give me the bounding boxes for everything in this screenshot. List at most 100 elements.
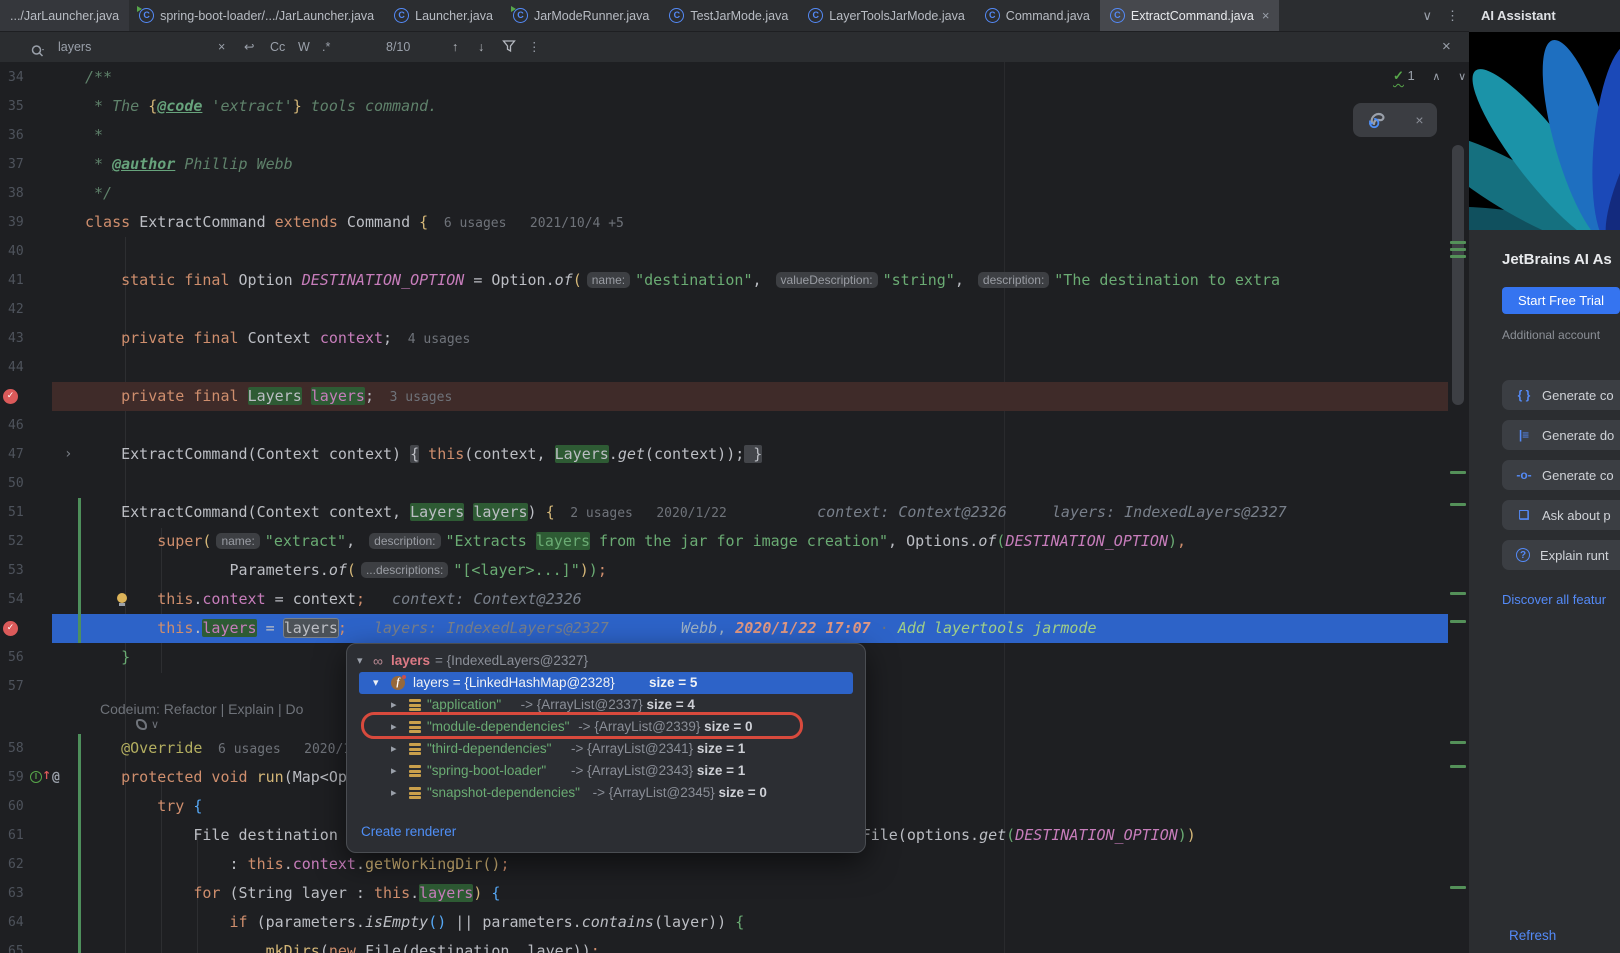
line-number: 60 (8, 792, 50, 821)
search-match-stripe-mark[interactable] (1450, 248, 1466, 251)
tab-label: JarModeRunner.java (534, 9, 649, 23)
code-line: 50 (0, 469, 1469, 498)
search-match-stripe-mark[interactable] (1450, 620, 1466, 623)
ai-action-button[interactable]: ?Explain runt (1502, 540, 1620, 570)
search-options-kebab-icon[interactable]: ⋮ (528, 32, 541, 62)
line-number: 43 (8, 324, 50, 353)
code-line: 44 (0, 353, 1469, 382)
chevron-right-icon: ▸ (391, 760, 397, 782)
search-match-stripe-mark[interactable] (1450, 255, 1466, 258)
code-line: ✓ private final Layers layers; 3 usages (0, 382, 1469, 411)
annotation-gutter-icon: @ (52, 763, 60, 792)
search-input[interactable]: layers (58, 32, 91, 62)
map-entry-row[interactable]: ▸"module-dependencies" -> {ArrayList@233… (347, 716, 865, 738)
map-entry-row[interactable]: ▸"application" -> {ArrayList@2337} size … (347, 694, 865, 716)
fold-chevron-icon[interactable]: › (64, 440, 72, 469)
ai-action-button[interactable]: ❑Ask about p (1502, 500, 1620, 530)
codeium-actions-label[interactable]: Codeium: Refactor | Explain | Do (100, 701, 303, 717)
intention-bulb-icon[interactable] (117, 593, 127, 603)
editor-tab[interactable]: .../JarLauncher.java (0, 0, 129, 31)
map-entry-row[interactable]: ▸"spring-boot-loader" -> {ArrayList@2343… (347, 760, 865, 782)
ide-window: .../JarLauncher.javaCspring-boot-loader/… (0, 0, 1620, 953)
hidden-tabs-chevron-icon[interactable]: ∨ (1422, 8, 1432, 24)
code-line: 65 mkDirs(new File(destination, layer)); (0, 937, 1469, 953)
search-match-stripe-mark[interactable] (1450, 503, 1466, 506)
search-match-stripe-mark[interactable] (1450, 592, 1466, 595)
tab-label: LayerToolsJarMode.java (829, 9, 965, 23)
editor-tab[interactable]: CTestJarMode.java (659, 0, 798, 31)
filter-funnel-icon[interactable] (502, 39, 516, 55)
code-line: 37 * @author Phillip Webb (0, 150, 1469, 179)
map-entry-icon (409, 699, 421, 712)
editor-tab[interactable]: CLauncher.java (384, 0, 503, 31)
code-line: 34/** (0, 63, 1469, 92)
ai-action-button[interactable]: -o-Generate co (1502, 460, 1620, 490)
next-problem-chevron-icon[interactable]: ∨ (1458, 71, 1466, 83)
java-class-icon: C (985, 8, 1000, 23)
refresh-link[interactable]: Refresh (1509, 928, 1556, 943)
prev-problem-chevron-icon[interactable]: ∧ (1432, 71, 1440, 83)
ai-action-label: Generate do (1542, 428, 1614, 443)
search-match-stripe-mark[interactable] (1450, 886, 1466, 889)
close-widget-icon[interactable]: × (1415, 112, 1423, 128)
overrides-method-icon[interactable]: I (30, 771, 42, 783)
code-line: 43 private final Context context; 4 usag… (0, 324, 1469, 353)
search-match-stripe-mark[interactable] (1450, 765, 1466, 768)
editor-tab[interactable]: Cspring-boot-loader/.../JarLauncher.java (129, 0, 384, 31)
tab-label: spring-boot-loader/.../JarLauncher.java (160, 9, 374, 23)
code-line: 35 * The {@code 'extract'} tools command… (0, 92, 1469, 121)
match-case-toggle[interactable]: Cc (270, 32, 285, 62)
line-number: 64 (8, 908, 50, 937)
tab-strip: .../JarLauncher.javaCspring-boot-loader/… (0, 0, 1279, 31)
close-tab-icon[interactable]: × (1262, 8, 1270, 23)
map-entry-row[interactable]: ▸"third-dependencies" -> {ArrayList@2341… (347, 738, 865, 760)
words-toggle[interactable]: W (298, 32, 310, 62)
breakpoint-icon[interactable]: ✓ (3, 621, 18, 636)
ai-action-button[interactable]: |≡ Generate do (1502, 420, 1620, 450)
code-line: 47› ExtractCommand(Context context) { th… (0, 440, 1469, 469)
codeium-refresh-icon[interactable] (1366, 110, 1388, 130)
close-find-bar-icon[interactable]: × (1442, 32, 1451, 62)
tab-label: Command.java (1006, 9, 1090, 23)
chevron-right-icon: ▸ (391, 716, 397, 738)
tab-options-kebab-icon[interactable]: ⋮ (1446, 8, 1459, 24)
breakpoint-icon[interactable]: ✓ (3, 389, 18, 404)
editor-tab[interactable]: CExtractCommand.java× (1100, 0, 1280, 31)
create-renderer-link[interactable]: Create renderer (361, 824, 456, 839)
help-circle-icon: ? (1516, 548, 1530, 562)
regex-toggle[interactable]: .* (322, 32, 330, 62)
scrollbar-thumb[interactable] (1452, 145, 1464, 405)
clear-search-icon[interactable]: × (218, 32, 225, 62)
editor-tab[interactable]: CJarModeRunner.java (503, 0, 659, 31)
code-editor[interactable]: 34/**35 * The {@code 'extract'} tools co… (0, 62, 1469, 953)
search-match-stripe-mark[interactable] (1450, 241, 1466, 244)
search-icon[interactable] (30, 32, 46, 62)
editor-tab[interactable]: CLayerToolsJarMode.java (798, 0, 975, 31)
line-number: 52 (8, 527, 50, 556)
line-number: 53 (8, 556, 50, 585)
discover-features-link[interactable]: Discover all featur (1502, 592, 1606, 607)
code-line: 54 this.context = context; context: Cont… (0, 585, 1469, 614)
map-entry-row[interactable]: ▸"snapshot-dependencies" -> {ArrayList@2… (347, 782, 865, 804)
code-line: 38 */ (0, 179, 1469, 208)
newline-icon[interactable]: ↩ (244, 32, 254, 62)
search-match-stripe-mark[interactable] (1450, 741, 1466, 744)
inspections-widget[interactable]: ✓ 1 ∧ ∨ (1393, 68, 1466, 84)
prev-match-arrow-icon[interactable]: ↑ (452, 32, 458, 62)
java-class-icon: C (669, 8, 684, 23)
code-line: 46 (0, 411, 1469, 440)
document-lines-icon: |≡ (1516, 428, 1532, 442)
codeium-icon[interactable]: ∨ (136, 718, 159, 731)
line-number: 47 (8, 440, 50, 469)
start-free-trial-button[interactable]: Start Free Trial (1502, 287, 1620, 314)
codeium-floating-widget[interactable]: × (1353, 103, 1437, 137)
editor-tab[interactable]: C Command.java (975, 0, 1100, 31)
variable-row-map[interactable]: ▾flayers = {LinkedHashMap@2328} size = 5 (359, 672, 853, 694)
match-count: 8/10 (386, 32, 410, 62)
search-match-stripe-mark[interactable] (1450, 471, 1466, 474)
next-match-arrow-icon[interactable]: ↓ (478, 32, 484, 62)
code-line: 53 Parameters.of(...descriptions:"[<laye… (0, 556, 1469, 585)
variable-row-root[interactable]: ▾∞layers = {IndexedLayers@2327} (347, 650, 865, 672)
ai-action-button[interactable]: { }Generate co (1502, 380, 1620, 410)
line-number: 56 (8, 643, 50, 672)
